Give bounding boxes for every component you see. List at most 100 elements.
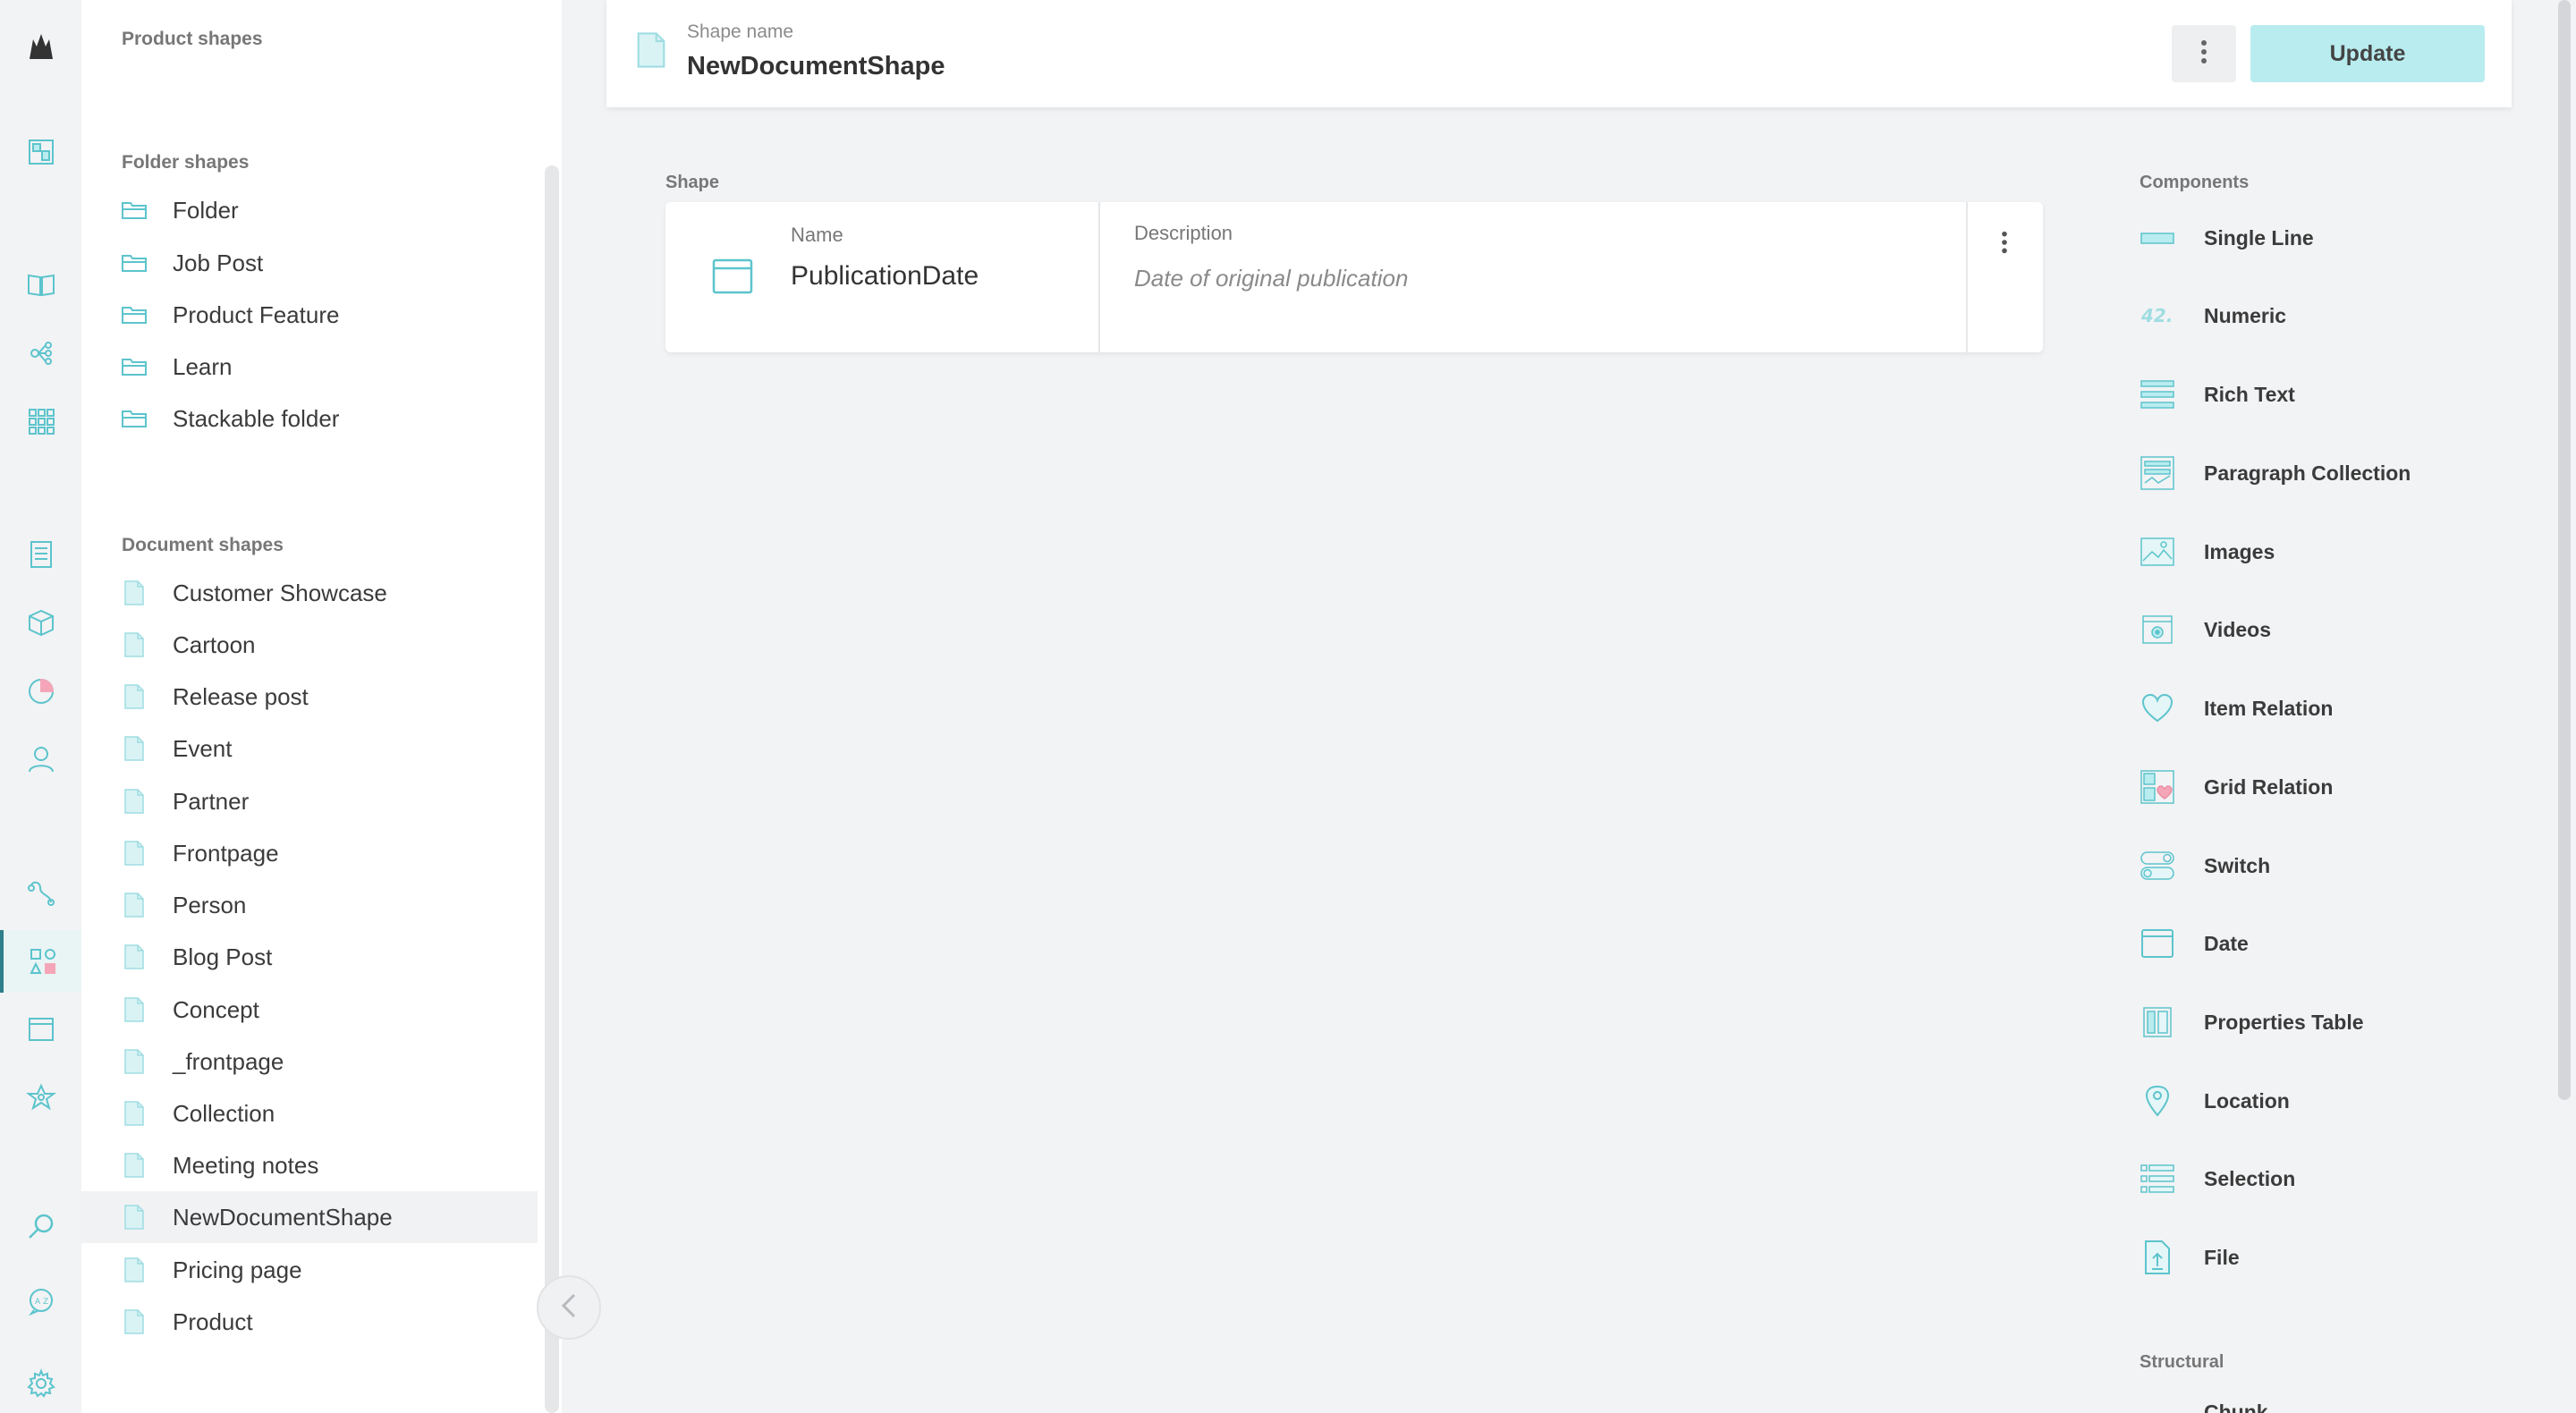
component-grid-relation[interactable]: Grid Relation xyxy=(2140,760,2462,814)
component-label: Numeric xyxy=(2204,303,2287,327)
component-numeric[interactable]: 42. Numeric xyxy=(2140,289,2462,343)
document-shape-item[interactable]: Event xyxy=(81,723,538,774)
shapes-icon[interactable] xyxy=(0,930,81,993)
document-shape-item[interactable]: Meeting notes xyxy=(81,1139,538,1191)
folder-shape-item[interactable]: Folder xyxy=(81,184,538,236)
catalogue-book-icon[interactable] xyxy=(0,253,81,316)
document-shape-item-selected[interactable]: NewDocumentShape xyxy=(81,1191,538,1243)
component-rich-text[interactable]: Rich Text xyxy=(2140,368,2462,421)
sidebar-scrollbar[interactable] xyxy=(545,165,559,1413)
icon-rail: A Z xyxy=(0,0,81,1413)
folder-icon xyxy=(121,250,148,276)
component-label: Item Relation xyxy=(2204,696,2334,720)
component-label: Date xyxy=(2204,931,2249,955)
divider xyxy=(1966,202,1968,352)
update-button[interactable]: Update xyxy=(2250,25,2485,82)
document-shape-item[interactable]: Blog Post xyxy=(81,931,538,983)
component-description-input[interactable]: Date of original publication xyxy=(1134,265,1408,292)
component-date[interactable]: Date xyxy=(2140,917,2462,970)
component-file[interactable]: File xyxy=(2140,1231,2462,1284)
component-switch[interactable]: Switch xyxy=(2140,839,2462,893)
paragraph-collection-icon xyxy=(2140,455,2175,491)
component-images[interactable]: Images xyxy=(2140,525,2462,579)
customers-user-icon[interactable] xyxy=(0,728,81,791)
folder-shape-label: Folder xyxy=(173,196,239,224)
document-shape-item[interactable]: Frontpage xyxy=(81,827,538,879)
folder-shape-item[interactable]: Product Feature xyxy=(81,289,538,341)
component-chunk[interactable]: Chunk xyxy=(2140,1395,2318,1413)
document-icon xyxy=(121,892,148,918)
component-selection[interactable]: Selection xyxy=(2140,1152,2462,1206)
shape-header: Shape name NewDocumentShape Update xyxy=(606,0,2512,107)
pipelines-icon[interactable] xyxy=(0,861,81,924)
document-shape-item[interactable]: Product xyxy=(81,1296,538,1348)
videos-icon xyxy=(2140,612,2175,647)
file-upload-icon xyxy=(2140,1240,2175,1275)
folder-icon xyxy=(121,197,148,224)
folder-shape-item[interactable]: Learn xyxy=(81,341,538,393)
settings-star-icon[interactable] xyxy=(0,1067,81,1130)
product-shapes-title: Product shapes xyxy=(122,29,263,49)
component-label: Paragraph Collection xyxy=(2204,461,2411,485)
topics-graph-icon[interactable] xyxy=(0,322,81,385)
folder-shape-item[interactable]: Stackable folder xyxy=(81,393,538,444)
component-name-input[interactable]: PublicationDate xyxy=(791,261,979,292)
document-icon xyxy=(121,788,148,815)
document-shape-label: Pricing page xyxy=(173,1256,302,1283)
switch-icon xyxy=(2140,848,2175,884)
document-icon xyxy=(121,996,148,1023)
component-label: Images xyxy=(2204,539,2275,563)
document-shape-label: NewDocumentShape xyxy=(173,1203,393,1231)
component-item-relation[interactable]: Item Relation xyxy=(2140,681,2462,735)
shapes-sidebar: Product shapes Folder shapes Folder Job … xyxy=(81,0,562,1413)
component-options-button[interactable] xyxy=(1984,224,2025,265)
document-shape-item[interactable]: Pricing page xyxy=(81,1244,538,1296)
folder-icon xyxy=(121,353,148,380)
component-paragraph-collection[interactable]: Paragraph Collection xyxy=(2140,446,2462,500)
more-options-button[interactable] xyxy=(2172,25,2236,82)
component-location[interactable]: Location xyxy=(2140,1074,2462,1128)
component-label: Single Line xyxy=(2204,225,2314,250)
grids-icon[interactable] xyxy=(0,390,81,453)
shape-name-input[interactable]: NewDocumentShape xyxy=(687,52,945,81)
dashboard-icon[interactable] xyxy=(0,121,81,183)
analytics-pie-icon[interactable] xyxy=(0,660,81,723)
component-label: Selection xyxy=(2204,1166,2296,1190)
images-icon xyxy=(2140,534,2175,570)
date-icon xyxy=(712,258,753,299)
document-shape-item[interactable]: Customer Showcase xyxy=(81,567,538,619)
main-scrollbar[interactable] xyxy=(2558,0,2571,1100)
shape-component-card[interactable]: Name PublicationDate Description Date of… xyxy=(665,202,2043,352)
collapse-sidebar-button[interactable] xyxy=(537,1275,601,1340)
document-shape-item[interactable]: Person xyxy=(81,879,538,931)
document-icon xyxy=(121,580,148,606)
document-shape-item[interactable]: Cartoon xyxy=(81,619,538,671)
pages-window-icon[interactable] xyxy=(0,998,81,1061)
document-shape-label: Collection xyxy=(173,1099,275,1127)
document-icon xyxy=(121,1152,148,1179)
document-shapes-title: Document shapes xyxy=(122,535,284,555)
products-box-icon[interactable] xyxy=(0,591,81,654)
component-label: Videos xyxy=(2204,617,2271,641)
document-shape-label: Concept xyxy=(173,995,259,1023)
crystallize-logo-icon[interactable] xyxy=(0,16,81,79)
orders-list-icon[interactable] xyxy=(0,523,81,586)
folder-shape-label: Learn xyxy=(173,352,233,380)
document-shape-item[interactable]: Partner xyxy=(81,775,538,827)
component-videos[interactable]: Videos xyxy=(2140,603,2462,656)
component-single-line[interactable]: Single Line xyxy=(2140,211,2462,265)
gear-icon[interactable] xyxy=(0,1352,81,1413)
component-properties-table[interactable]: Properties Table xyxy=(2140,995,2462,1049)
language-chat-icon[interactable]: A Z xyxy=(0,1270,81,1333)
component-label: Switch xyxy=(2204,853,2271,877)
document-shape-item[interactable]: _frontpage xyxy=(81,1036,538,1087)
folder-shape-item[interactable]: Job Post xyxy=(81,237,538,289)
chevron-left-icon xyxy=(558,1292,580,1324)
document-shape-item[interactable]: Release post xyxy=(81,671,538,723)
component-label: Rich Text xyxy=(2204,382,2295,406)
search-icon[interactable] xyxy=(0,1196,81,1258)
kebab-menu-icon xyxy=(2001,230,2008,259)
document-shape-item[interactable]: Collection xyxy=(81,1087,538,1139)
location-pin-icon xyxy=(2140,1083,2175,1119)
document-shape-item[interactable]: Concept xyxy=(81,984,538,1036)
